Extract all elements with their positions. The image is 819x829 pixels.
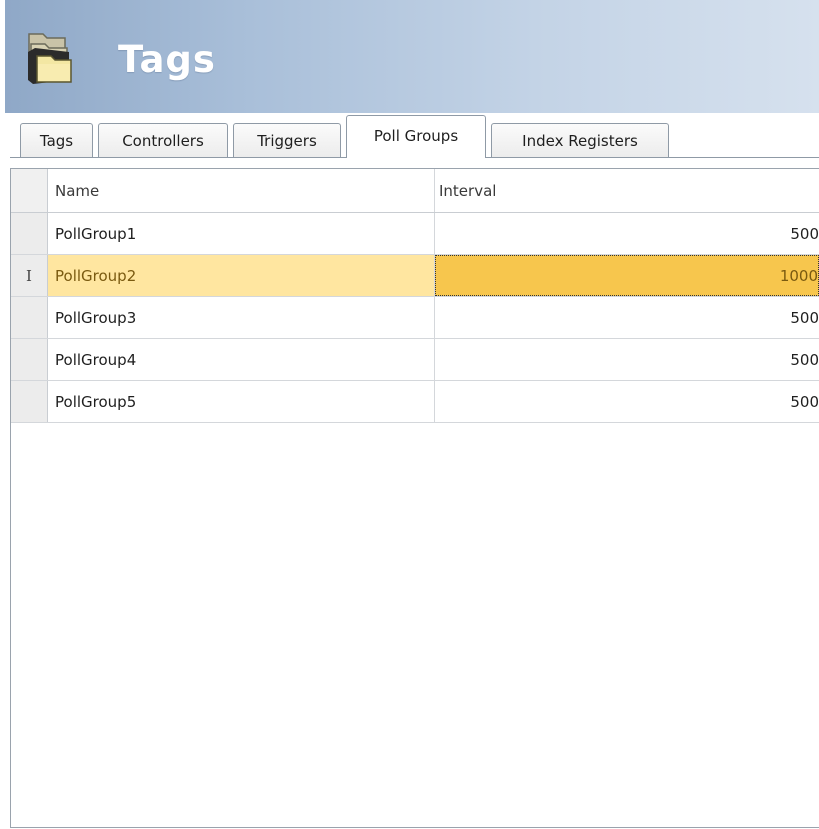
row-indicator[interactable] <box>11 339 48 380</box>
table-row[interactable]: PollGroup1 500 <box>11 213 819 255</box>
interval-cell[interactable]: 500 <box>435 381 819 422</box>
tab-poll-groups[interactable]: Poll Groups <box>346 115 486 158</box>
select-all-corner[interactable] <box>11 169 48 212</box>
tab-index-registers[interactable]: Index Registers <box>491 123 669 157</box>
tab-controllers[interactable]: Controllers <box>98 123 228 157</box>
interval-cell-focused[interactable]: 1000 <box>435 255 819 296</box>
table-row[interactable]: PollGroup4 500 <box>11 339 819 381</box>
edit-cursor-indicator[interactable]: I <box>11 255 48 296</box>
name-cell[interactable]: PollGroup1 <box>48 213 435 254</box>
tags-panel: Tags Tags Controllers Triggers Poll Grou… <box>0 0 819 829</box>
interval-cell[interactable]: 500 <box>435 213 819 254</box>
table-row[interactable]: PollGroup5 500 <box>11 381 819 423</box>
column-header-interval[interactable]: Interval <box>435 169 819 212</box>
panel-header: Tags <box>5 0 819 113</box>
name-cell[interactable]: PollGroup3 <box>48 297 435 338</box>
name-cell[interactable]: PollGroup4 <box>48 339 435 380</box>
interval-cell[interactable]: 500 <box>435 297 819 338</box>
grid-header-row: Name Interval <box>11 169 819 213</box>
row-indicator[interactable] <box>11 213 48 254</box>
row-indicator[interactable] <box>11 297 48 338</box>
tab-tags[interactable]: Tags <box>20 123 93 157</box>
page-title: Tags <box>118 38 216 81</box>
poll-groups-grid: Name Interval PollGroup1 500 I PollGroup… <box>10 168 819 828</box>
column-header-name[interactable]: Name <box>48 169 435 212</box>
table-row-selected[interactable]: I PollGroup2 1000 <box>11 255 819 297</box>
row-indicator[interactable] <box>11 381 48 422</box>
tab-triggers[interactable]: Triggers <box>233 123 341 157</box>
interval-cell[interactable]: 500 <box>435 339 819 380</box>
name-cell[interactable]: PollGroup2 <box>48 255 435 296</box>
tags-stack-icon <box>28 33 72 84</box>
table-row[interactable]: PollGroup3 500 <box>11 297 819 339</box>
name-cell[interactable]: PollGroup5 <box>48 381 435 422</box>
